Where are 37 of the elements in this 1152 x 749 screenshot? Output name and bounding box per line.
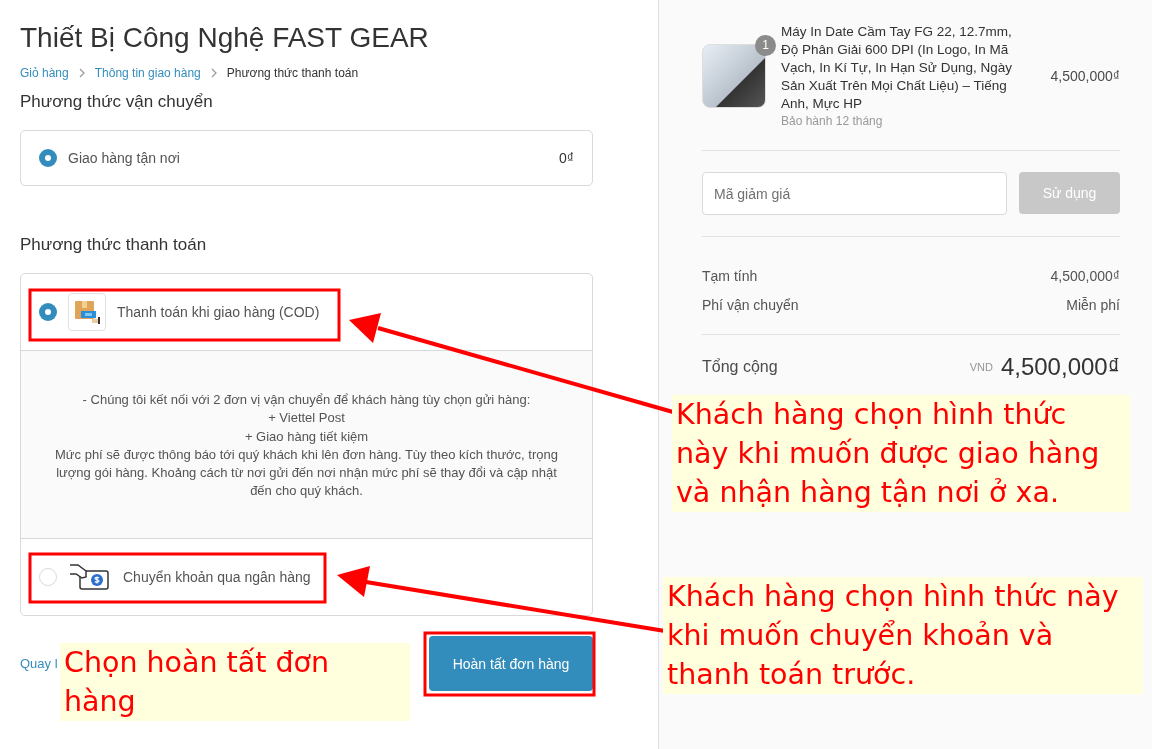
- quantity-badge: 1: [755, 34, 776, 56]
- breadcrumb-link[interactable]: Thông tin giao hàng: [94, 66, 201, 80]
- annotation-callout: Khách hàng chọn hình thức này khi muốn được giao hàng và nhận hàng tận nơi ở xa.: [672, 395, 1130, 512]
- breadcrumb-link[interactable]: Phương thức thanh toán: [226, 66, 359, 80]
- description-text: + Giao hàng tiết kiệm: [243, 427, 370, 446]
- breadcrumb-link[interactable]: Giỏ hàng: [20, 66, 69, 80]
- summary-value: Miễn phí: [1066, 296, 1120, 315]
- shipping-price: 0₫: [559, 150, 574, 166]
- option-label: Giao hàng tận nơi: [68, 150, 180, 166]
- radio-button[interactable]: [39, 149, 57, 167]
- summary-value: 4,500,000₫: [1050, 267, 1120, 286]
- back-link[interactable]: Quay l: [20, 656, 58, 671]
- total-label: Tổng cộng: [702, 358, 778, 376]
- complete-order-button[interactable]: Hoàn tất đơn hàng: [429, 636, 593, 691]
- currency-code: VND: [969, 361, 993, 373]
- product-note: Bảo hành 12 tháng: [781, 114, 884, 128]
- section-heading: Phương thức thanh toán: [20, 234, 208, 256]
- store-title: Thiết Bị Công Nghệ FAST GEAR: [20, 21, 430, 55]
- annotation-callout: Khách hàng chọn hình thức này khi muốn chuyển khoản và thanh toán trước.: [663, 577, 1143, 694]
- chevron-right-icon: [210, 68, 217, 78]
- product-name: Máy In Date Cầm Tay FG 22, 12.7mm, Độ Phân Giải 600 DPI (In Logo, In Mã Vạch, In Kí Tự, In Hạn Sử Dụng, Ngày Sản Xuất Trên Mọi Chất Liệu) – Tiếng Anh, Mực HP: [781, 23, 1013, 113]
- option-label: Thanh toán khi giao hàng (COD): [117, 304, 320, 320]
- description-text: - Chúng tôi kết nối với 2 đơn vị vận chuyển để khách hàng tùy chọn gửi hàng:: [81, 391, 532, 409]
- description-text: Mức phí sẽ được thông báo tới quý khách khi lên đơn hàng. Tùy theo kích thước, trọng lượng gói hàng. Khoảng cách từ nơi gửi đến nơi nhận mức phí sẽ thay đổi và cập nhật đến cho quý khách.: [54, 445, 559, 501]
- product-price: 4,500,000₫: [1050, 67, 1120, 84]
- section-heading: Phương thức vận chuyển: [20, 91, 214, 113]
- description-text: + Viettel Post: [267, 409, 346, 428]
- radio-button[interactable]: [39, 568, 57, 586]
- hand-card-payment-icon: [68, 563, 110, 591]
- annotation-callout: Chọn hoàn tất đơn hàng: [60, 643, 410, 721]
- radio-button[interactable]: [39, 303, 57, 321]
- total-amount: 4,500,000₫: [1000, 353, 1120, 381]
- chevron-right-icon: [78, 68, 85, 78]
- option-label: Chuyển khoản qua ngân hàng: [123, 569, 311, 585]
- package-payment-icon: [68, 293, 106, 331]
- summary-label: Phí vận chuyển: [702, 296, 799, 315]
- summary-label: Tạm tính: [702, 267, 758, 286]
